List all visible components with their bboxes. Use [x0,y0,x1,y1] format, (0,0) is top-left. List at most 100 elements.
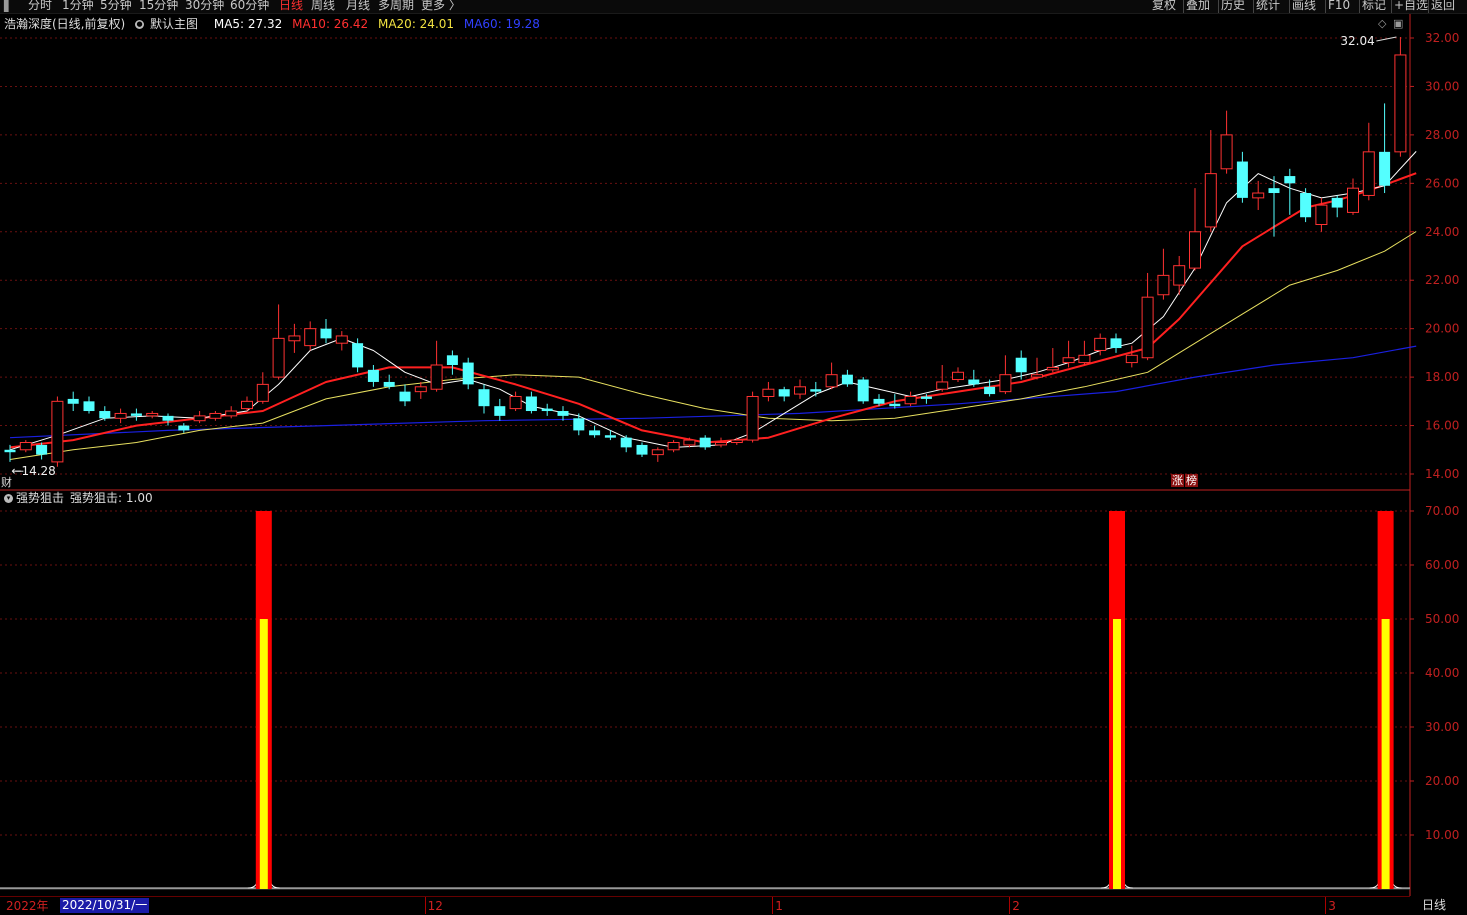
candle-body-up[interactable] [746,395,759,441]
candle-body-up[interactable] [1394,54,1407,153]
candle-body-up[interactable] [952,371,964,381]
candle-body-up[interactable] [1204,173,1217,228]
candle-body-up[interactable] [1173,265,1186,286]
candle-body-up[interactable] [936,381,949,390]
candle-body-up[interactable] [1189,231,1201,269]
toolbar-button[interactable]: 画线 [1292,0,1316,12]
candle-body-down[interactable] [857,379,869,402]
candle-body-down[interactable] [968,379,980,385]
toolbar-button[interactable]: 叠加 [1186,0,1210,12]
finance-badge[interactable]: 财 [1,474,12,490]
candle-body-up[interactable] [904,395,917,405]
signal-bar-yellow[interactable] [259,619,268,889]
candle-body-down[interactable] [636,444,648,455]
candle-body-down[interactable] [1268,188,1280,194]
chart-canvas[interactable]: 32.00 30.00 28.00 26.00 24.00 22.00 20.00 18.00… [0,0,1467,914]
period-button[interactable]: 日线 [1412,897,1467,914]
candle-body-down[interactable] [494,406,506,416]
candle-body-down[interactable] [810,389,822,392]
candle-body-down[interactable] [383,381,395,387]
candle-body-up[interactable] [1141,296,1154,359]
candle-body-up[interactable] [715,442,727,446]
candle-body-up[interactable] [225,410,238,417]
candle-body-up[interactable] [146,412,159,417]
candle-body-up[interactable] [1062,357,1075,364]
period-tab[interactable]: 分时 [28,0,52,12]
candle-body-down[interactable] [352,343,364,368]
candle-body-up[interactable] [19,442,32,451]
indicator-menu-icon[interactable]: ▾ [4,494,13,503]
candle-body-up[interactable] [999,374,1012,393]
candle-body-down[interactable] [920,396,932,399]
toolbar-button[interactable]: F10 [1328,0,1350,12]
candle-body-up[interactable] [272,337,285,378]
period-tab[interactable]: 15分钟 [139,0,178,12]
indicator-name[interactable]: 强势狙击 [16,491,64,505]
toolbar-button[interactable]: 返回 [1431,0,1455,12]
candle-body-down[interactable] [573,418,585,431]
candle-body-up[interactable] [1157,274,1170,296]
candle-body-up[interactable] [1046,366,1059,371]
signal-bar-yellow[interactable] [1381,619,1390,889]
candle-body-up[interactable] [1031,374,1043,378]
candle-body-down[interactable] [984,386,996,395]
candle-body-up[interactable] [1125,354,1138,364]
candle-body-down[interactable] [446,355,458,365]
toolbar-button[interactable]: 复权 [1152,0,1176,12]
period-tab[interactable]: 多周期 [378,0,414,12]
candle-body-down[interactable] [557,411,569,416]
toolbar-handle-icon[interactable]: ▌ [4,0,13,12]
period-tab[interactable]: 30分钟 [185,0,224,12]
candle-body-up[interactable] [651,449,664,456]
diamond-icon[interactable]: ◇ [1378,17,1386,30]
candle-body-down[interactable] [778,389,790,397]
candle-body-up[interactable] [1347,187,1359,213]
candle-body-up[interactable] [1315,204,1328,226]
candle-body-up[interactable] [114,412,127,419]
candle-body-up[interactable] [509,395,522,410]
candle-body-down[interactable] [478,389,490,407]
candle-body-down[interactable] [67,398,79,404]
candle-body-down[interactable] [889,403,901,407]
candle-body-down[interactable] [841,374,853,385]
candle-body-down[interactable] [320,328,332,339]
candle-body-down[interactable] [873,398,885,404]
candle-body-up[interactable] [288,335,301,342]
candle-body-down[interactable] [604,435,616,438]
candle-body-down[interactable] [462,362,474,385]
candle-body-down[interactable] [525,396,537,412]
candle-body-up[interactable] [1094,337,1107,351]
candle-body-down[interactable] [699,437,711,448]
candle-body-down[interactable] [4,449,16,453]
candle-body-up[interactable] [209,412,222,419]
toolbar-button[interactable]: 历史 [1221,0,1245,12]
candle-body-down[interactable] [1015,357,1027,373]
candle-body-up[interactable] [241,400,253,410]
candle-body-up[interactable] [762,388,775,397]
candle-body-up[interactable] [414,386,427,393]
window-icon[interactable]: ▣ [1393,17,1403,30]
candle-body-down[interactable] [36,444,48,455]
candle-body-down[interactable] [178,425,190,431]
candle-body-down[interactable] [1236,161,1248,198]
candle-body-up[interactable] [683,439,696,446]
candle-body-down[interactable] [1284,176,1296,184]
candle-body-up[interactable] [1220,134,1233,170]
stock-name-label[interactable]: 浩瀚深度(日线,前复权) [4,17,125,31]
candle-body-up[interactable] [335,335,348,344]
candle-body-down[interactable] [83,401,95,412]
theme-selector[interactable]: ● 默认主图 [135,17,204,31]
period-tab[interactable]: 周线 [311,0,335,12]
toolbar-button[interactable]: 标记 [1362,0,1386,12]
candle-body-up[interactable] [256,383,269,402]
period-tab[interactable]: 5分钟 [100,0,132,12]
period-tab[interactable]: 更多 〉 [421,0,461,12]
candle-body-down[interactable] [1379,151,1391,186]
period-tab[interactable]: 日线 [279,0,303,12]
candle-body-down[interactable] [589,430,601,436]
candle-body-down[interactable] [1300,193,1312,218]
period-tab[interactable]: 1分钟 [62,0,94,12]
candle-body-up[interactable] [193,415,206,422]
signal-bar-yellow[interactable] [1113,619,1121,889]
candle-body-down[interactable] [541,408,553,412]
